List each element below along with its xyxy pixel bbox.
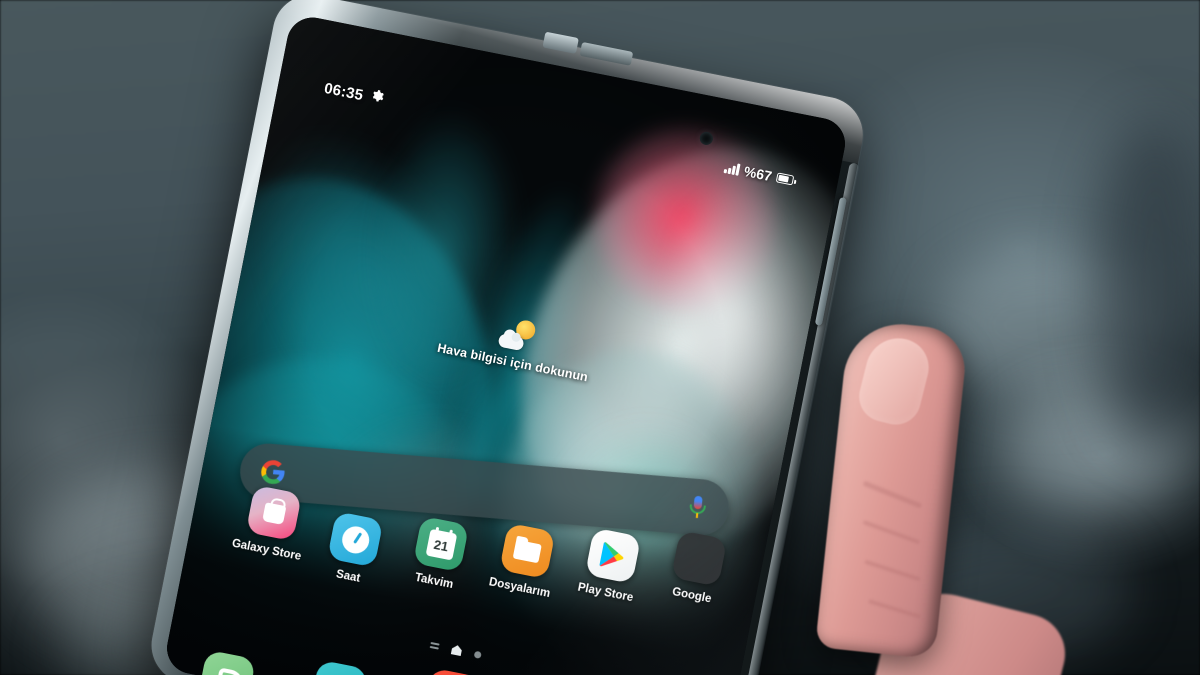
app-label: Takvim	[413, 571, 455, 592]
app-my-files[interactable]: Dosyalarım	[476, 520, 570, 623]
app-label: Play Store	[576, 581, 635, 605]
galaxy-store-icon[interactable]	[245, 484, 303, 542]
calendar-day-number: 21	[432, 536, 450, 554]
status-time: 06:35	[322, 79, 365, 104]
microphone-icon[interactable]	[686, 493, 710, 521]
hand-holding-phone	[815, 300, 1126, 675]
app-list-icon[interactable]	[429, 642, 440, 650]
battery-percent-label: %67	[742, 163, 774, 185]
clock-icon[interactable]	[327, 511, 384, 568]
google-g-logo	[259, 458, 287, 486]
app-galaxy-store[interactable]: Galaxy Store	[225, 482, 317, 574]
app-calendar[interactable]: 21 Takvim	[392, 513, 484, 607]
battery-icon	[775, 172, 795, 186]
my-files-folder-icon[interactable]	[498, 522, 556, 580]
calendar-icon[interactable]: 21	[413, 515, 470, 573]
app-label: Google	[671, 586, 713, 606]
play-store-icon[interactable]	[584, 527, 641, 584]
sun-behind-cloud-icon	[496, 316, 539, 355]
google-folder-icon[interactable]	[670, 530, 728, 587]
page-dot[interactable]	[473, 650, 482, 659]
home-icon[interactable]	[451, 644, 463, 656]
app-label: Galaxy Store	[230, 537, 303, 564]
app-label: Dosyalarım	[487, 576, 552, 601]
screenshot-scene: 06:35 %67 Hava bilgisi için dokunun Gala…	[0, 0, 1200, 675]
thumb-nail	[853, 331, 935, 430]
gear-icon	[369, 88, 385, 108]
messages-icon[interactable]	[309, 659, 369, 675]
signal-bars-icon	[723, 161, 741, 176]
phone-icon[interactable]	[197, 649, 257, 675]
